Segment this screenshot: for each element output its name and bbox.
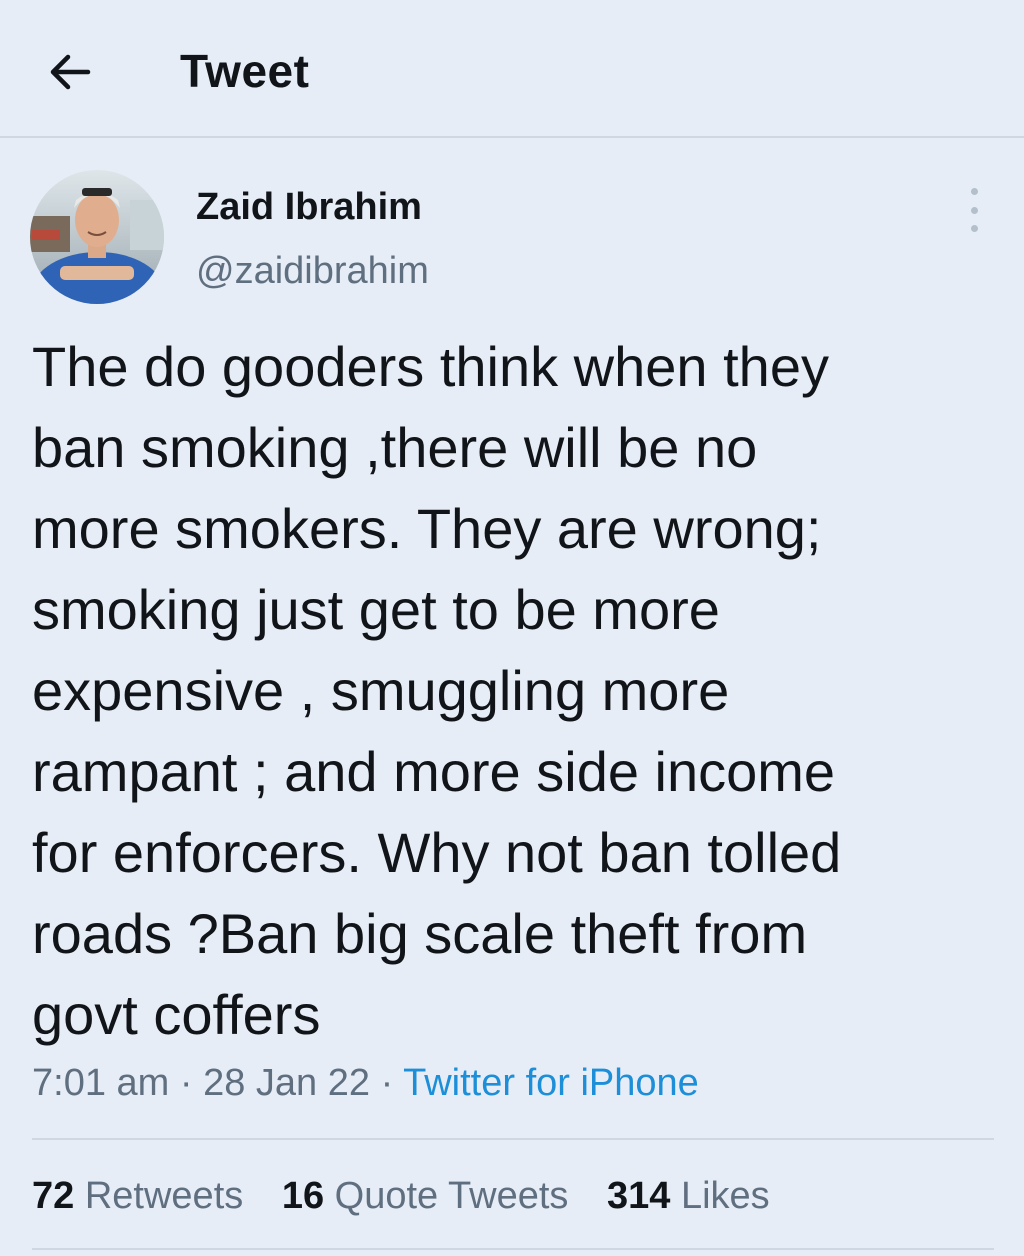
top-bar: Tweet <box>0 0 1024 138</box>
back-button[interactable] <box>40 42 100 102</box>
tweet-meta: 7:01 am · 28 Jan 22 · Twitter for iPhone <box>32 1062 699 1105</box>
more-options-button[interactable] <box>960 188 988 232</box>
tweet-source-link[interactable]: Twitter for iPhone <box>403 1062 699 1104</box>
tweet-time: 7:01 am <box>32 1062 170 1104</box>
author-name[interactable]: Zaid Ibrahim <box>196 186 422 229</box>
likes-stat[interactable]: 314 Likes <box>607 1175 770 1218</box>
tweet-stats: 72 Retweets 16 Quote Tweets 314 Likes <box>32 1175 798 1218</box>
likes-count: 314 <box>607 1175 671 1217</box>
retweets-count: 72 <box>32 1175 75 1217</box>
likes-label: Likes <box>680 1175 770 1217</box>
avatar[interactable] <box>30 170 164 304</box>
quote-tweets-label: Quote Tweets <box>334 1175 569 1217</box>
retweets-label: Retweets <box>84 1175 244 1217</box>
tweet-date: 28 Jan 22 <box>203 1062 371 1104</box>
divider <box>32 1138 994 1140</box>
divider <box>32 1248 994 1250</box>
page-title: Tweet <box>180 45 310 97</box>
profile-photo <box>30 170 164 304</box>
tweet-text: The do gooders think when they ban smoki… <box>32 335 842 1046</box>
quote-tweets-stat[interactable]: 16 Quote Tweets <box>282 1175 569 1218</box>
meta-separator: · <box>370 1062 404 1104</box>
more-vertical-icon-dot <box>970 206 978 214</box>
more-vertical-icon <box>970 188 978 195</box>
arrow-left-icon <box>50 54 91 90</box>
retweets-stat[interactable]: 72 Retweets <box>32 1175 243 1218</box>
author-handle[interactable]: @zaidibrahim <box>196 250 429 293</box>
meta-separator: · <box>169 1062 204 1104</box>
more-vertical-icon-dot <box>970 225 978 232</box>
quote-tweets-count: 16 <box>281 1175 325 1217</box>
